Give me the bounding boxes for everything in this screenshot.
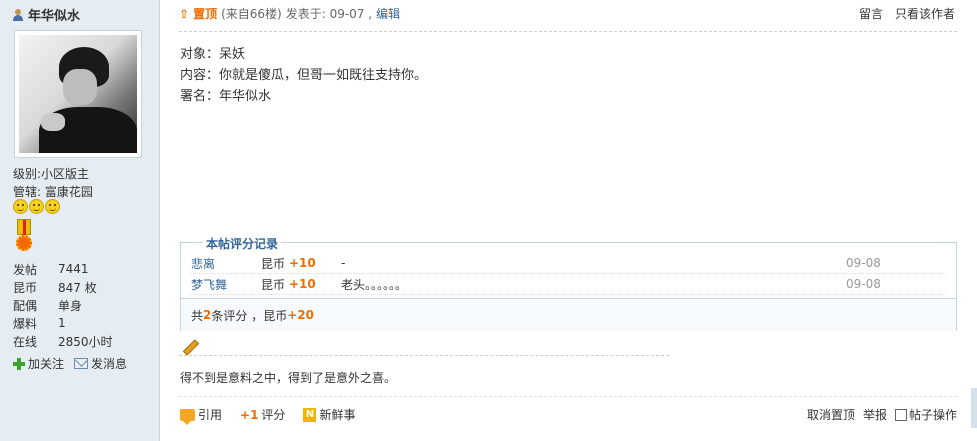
post-manage-checkbox[interactable] xyxy=(894,408,907,421)
rating-currency: 昆币 xyxy=(261,256,286,271)
post-main: ⇧ 置顶 (来自66楼) 发表于: 09-07 , 编辑 留言 只看该作者 对象… xyxy=(161,0,977,441)
avatar-hand xyxy=(41,113,65,131)
report-button[interactable]: 举报 xyxy=(863,406,887,423)
summary-prefix: 共 xyxy=(191,308,204,323)
avatar-frame[interactable] xyxy=(14,30,142,158)
summary-mid: 条评分 ，昆币 xyxy=(211,308,288,323)
rater-name[interactable]: 梦飞舞 xyxy=(191,276,261,293)
only-author-link[interactable]: 只看该作者 xyxy=(895,5,955,22)
rating-summary: 共 2 条评分 ，昆币 +20 xyxy=(181,298,956,331)
stat-value: 2850小时 xyxy=(58,334,113,349)
follow-label: 加关注 xyxy=(28,357,65,371)
follow-button[interactable]: 加关注 xyxy=(13,355,64,372)
rate-button[interactable]: +1 评分 xyxy=(240,406,285,423)
signature-divider xyxy=(179,355,669,356)
quote-button[interactable]: 引用 xyxy=(180,406,223,425)
rating-currency: 昆币 xyxy=(261,277,286,292)
stat-row: 配偶 单身 xyxy=(13,296,113,314)
news-button[interactable]: N 新鲜事 xyxy=(303,406,355,423)
post-manage-toggle[interactable]: 帖子操作 xyxy=(894,406,957,423)
level-value: 小区版主 xyxy=(41,167,90,181)
post-actions: 引用 +1 评分 N 新鲜事 xyxy=(180,406,355,425)
plus-one-icon: +1 xyxy=(240,407,259,422)
rate-label: 评分 xyxy=(261,408,286,422)
floor-info: (来自66楼) xyxy=(221,7,282,21)
smiley-icon xyxy=(13,199,28,214)
rater-name[interactable]: 悲离 xyxy=(191,255,261,272)
level-label: 级别: xyxy=(13,167,42,181)
level-line: 级别:小区版主 xyxy=(13,165,89,182)
stat-row: 在线 2850小时 xyxy=(13,332,113,350)
stat-value: 847 枚 xyxy=(58,280,97,295)
stat-value: 7441 xyxy=(58,262,89,276)
medal-disc xyxy=(16,235,32,251)
unsticky-button[interactable]: 取消置顶 xyxy=(807,406,855,423)
stat-label: 配偶 xyxy=(13,298,38,313)
post-manage-label: 帖子操作 xyxy=(908,408,957,422)
stat-label: 昆币 xyxy=(13,280,38,295)
summary-total: +20 xyxy=(287,308,314,322)
post-header: ⇧ 置顶 (来自66楼) 发表于: 09-07 , 编辑 xyxy=(179,5,400,22)
send-message-button[interactable]: 发消息 xyxy=(74,355,127,372)
plus-icon xyxy=(13,357,25,370)
author-name[interactable]: 年华似水 xyxy=(28,5,80,24)
content-line: 内容：你就是傻瓜，但哥一如既往支持你。 xyxy=(180,68,428,83)
smiley-icon xyxy=(29,199,44,214)
stat-label: 爆料 xyxy=(13,316,38,331)
mail-icon xyxy=(74,358,89,369)
edit-link[interactable]: 编辑 xyxy=(376,5,400,22)
stat-value: 单身 xyxy=(58,298,83,313)
scrollbar-edge[interactable] xyxy=(971,388,977,428)
avatar[interactable] xyxy=(19,35,137,153)
quote-icon xyxy=(180,408,195,425)
post-time: 发表于: 09-07 , xyxy=(285,7,373,21)
content-line: 署名：年华似水 xyxy=(180,89,272,104)
rating-date: 09-08 xyxy=(846,277,881,291)
quote-label: 引用 xyxy=(198,408,223,422)
author-actions: 加关注 发消息 xyxy=(13,355,127,372)
medal-ribbon xyxy=(17,219,31,235)
signature: 得不到是意料之中，得到了是意外之喜。 xyxy=(180,371,397,385)
smiley-icon xyxy=(45,199,60,214)
author-name-row[interactable]: 年华似水 xyxy=(12,5,80,24)
footer-divider xyxy=(179,396,957,397)
user-stats: 发帖 7441 昆币 847 枚 配偶 单身 爆料 1 在线 2850小时 xyxy=(13,260,113,350)
rank-stars xyxy=(13,199,60,214)
rating-reason: 老头。。。。。。 xyxy=(341,277,408,292)
rating-row: 悲离 昆币 +10 - 09-08 xyxy=(191,253,946,274)
news-icon: N xyxy=(303,407,317,422)
rating-log-title: 本帖评分记录 xyxy=(203,235,282,252)
news-label: 新鲜事 xyxy=(319,408,356,422)
rating-amount: +10 xyxy=(289,256,316,270)
stat-row: 发帖 7441 xyxy=(13,260,113,278)
sticky-arrow-icon: ⇧ xyxy=(179,6,190,21)
message-label: 发消息 xyxy=(91,357,128,371)
content-line: 对象：呆妖 xyxy=(180,47,246,62)
avatar-face xyxy=(63,69,97,105)
stat-label: 发帖 xyxy=(13,262,38,277)
stat-row: 爆料 1 xyxy=(13,314,113,332)
manage-line: 管辖: 富康花园 xyxy=(13,183,93,200)
leave-message-link[interactable]: 留言 xyxy=(859,5,883,22)
rating-log: 本帖评分记录 悲离 昆币 +10 - 09-08 梦飞舞 昆币 +10 老头。。… xyxy=(180,235,957,331)
stat-label: 在线 xyxy=(13,334,38,349)
author-sidebar: 年华似水 级别:小区版主 管辖: 富康花园 发帖 7441 昆币 847 枚 配偶 单… xyxy=(0,0,160,441)
rating-reason: - xyxy=(341,256,346,270)
moderation-actions: 取消置顶 举报 帖子操作 xyxy=(807,406,957,423)
manage-label: 管辖: xyxy=(13,185,42,199)
manage-value[interactable]: 富康花园 xyxy=(45,185,93,199)
stat-value: 1 xyxy=(58,316,66,330)
medal-icon[interactable] xyxy=(14,219,34,254)
header-divider xyxy=(179,31,957,32)
rating-amount: +10 xyxy=(289,277,316,291)
rating-date: 09-08 xyxy=(846,256,881,270)
post-content: 对象：呆妖 内容：你就是傻瓜，但哥一如既往支持你。 署名：年华似水 xyxy=(180,44,427,107)
post-header-actions: 留言 只看该作者 xyxy=(859,5,955,22)
pencil-icon xyxy=(182,340,196,354)
user-icon xyxy=(12,8,24,21)
sticky-label: 置顶 xyxy=(193,7,218,21)
summary-count: 2 xyxy=(203,308,212,322)
rating-row: 梦飞舞 昆币 +10 老头。。。。。。 09-08 xyxy=(191,274,946,295)
stat-row: 昆币 847 枚 xyxy=(13,278,113,296)
